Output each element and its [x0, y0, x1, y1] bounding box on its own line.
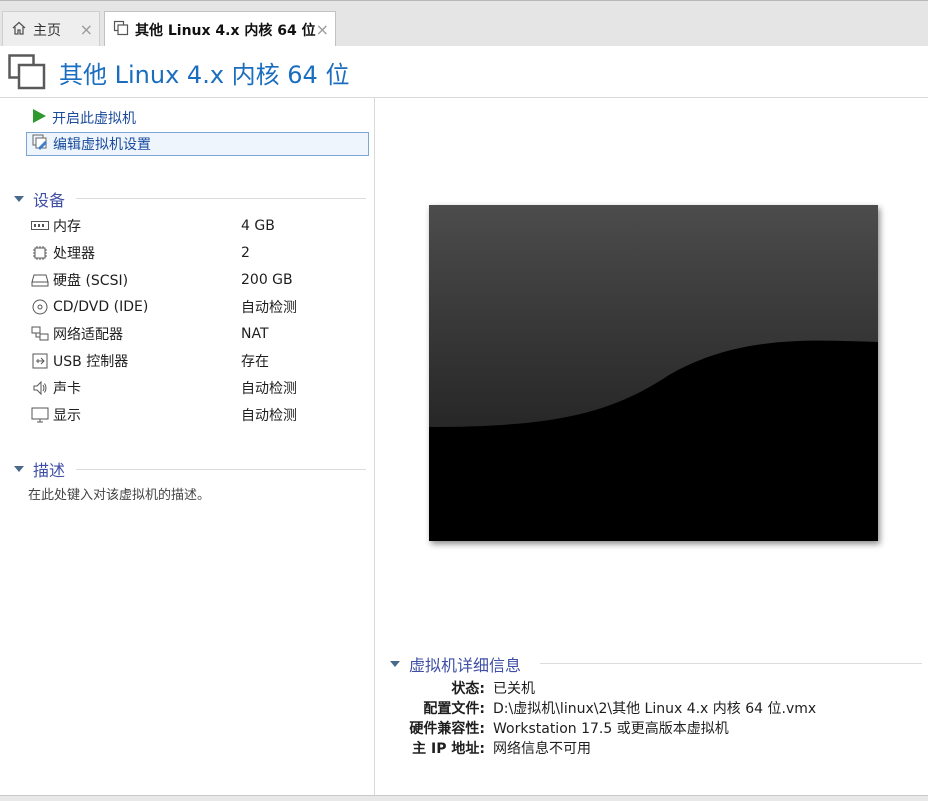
detail-row-status: 状态: 已关机 — [376, 678, 916, 698]
start-vm-label: 开启此虚拟机 — [52, 111, 136, 127]
detail-key: 配置文件: — [423, 701, 485, 717]
device-row-harddisk[interactable]: 硬盘 (SCSI) 200 GB — [30, 266, 350, 293]
detail-value: Workstation 17.5 或更高版本虚拟机 — [493, 721, 729, 737]
section-divider — [540, 663, 922, 664]
tab-vm-label: 其他 Linux 4.x 内核 64 位 — [135, 22, 316, 39]
device-value: 自动检测 — [241, 380, 297, 397]
detail-value: 网络信息不可用 — [493, 741, 591, 757]
collapse-arrow-icon — [14, 196, 24, 202]
vm-icon — [113, 20, 129, 40]
left-panel: 开启此虚拟机 编辑虚拟机设置 设备 内存 4 GB 处理器 2 硬盘 (SCSI… — [0, 98, 375, 795]
device-row-network[interactable]: 网络适配器 NAT — [30, 320, 350, 347]
play-icon — [31, 108, 47, 128]
device-name: 声卡 — [53, 380, 81, 397]
description-field[interactable]: 在此处键入对该虚拟机的描述。 — [28, 484, 210, 503]
device-value: 4 GB — [241, 217, 275, 234]
description-section-header[interactable]: 描述 — [14, 458, 65, 480]
section-divider — [76, 469, 366, 470]
device-row-sound[interactable]: 声卡 自动检测 — [30, 374, 350, 401]
device-value: 自动检测 — [241, 407, 297, 424]
detail-key: 主 IP 地址: — [412, 741, 485, 757]
harddisk-icon — [30, 271, 50, 289]
devices-section-header[interactable]: 设备 — [14, 188, 65, 210]
tab-home[interactable]: 主页 × — [2, 11, 100, 47]
device-row-usb[interactable]: USB 控制器 存在 — [30, 347, 350, 374]
detail-row-config-file: 配置文件: D:\虚拟机\linux\2\其他 Linux 4.x 内核 64 … — [376, 698, 916, 718]
speaker-icon — [30, 379, 50, 397]
tab-vm[interactable]: 其他 Linux 4.x 内核 64 位 × — [104, 11, 336, 47]
page-header: 其他 Linux 4.x 内核 64 位 — [0, 46, 928, 98]
device-name: CD/DVD (IDE) — [53, 298, 149, 315]
detail-key: 硬件兼容性: — [409, 721, 485, 737]
collapse-arrow-icon — [14, 466, 24, 472]
tab-bar: 主页 × 其他 Linux 4.x 内核 64 位 × — [0, 0, 928, 47]
device-row-cd-dvd[interactable]: CD/DVD (IDE) 自动检测 — [30, 293, 350, 320]
right-panel: 虚拟机详细信息 状态: 已关机 配置文件: D:\虚拟机\linux\2\其他 … — [376, 98, 928, 795]
detail-row-ip: 主 IP 地址: 网络信息不可用 — [376, 738, 916, 758]
vm-preview-thumbnail[interactable] — [429, 205, 878, 541]
edit-vm-settings-button[interactable]: 编辑虚拟机设置 — [26, 132, 369, 156]
device-name: 网络适配器 — [53, 326, 123, 343]
device-row-cpu[interactable]: 处理器 2 — [30, 239, 350, 266]
device-value: 200 GB — [241, 271, 293, 288]
device-name: 内存 — [53, 218, 81, 235]
device-name: 显示 — [53, 407, 81, 424]
page-title: 其他 Linux 4.x 内核 64 位 — [59, 61, 350, 89]
details-title: 虚拟机详细信息 — [409, 656, 522, 675]
device-row-memory[interactable]: 内存 4 GB — [30, 212, 350, 239]
tab-home-label: 主页 — [33, 22, 61, 39]
detail-key: 状态: — [451, 681, 485, 697]
device-name: 硬盘 (SCSI) — [53, 272, 129, 289]
collapse-arrow-icon — [390, 661, 400, 667]
device-value: 自动检测 — [241, 299, 297, 316]
device-value: 存在 — [241, 353, 269, 370]
section-divider — [76, 198, 366, 199]
device-name: 处理器 — [53, 245, 95, 262]
device-row-display[interactable]: 显示 自动检测 — [30, 401, 350, 428]
network-icon — [30, 325, 50, 343]
home-icon — [11, 20, 27, 40]
close-icon[interactable]: × — [80, 20, 93, 39]
device-value: 2 — [241, 244, 250, 261]
edit-settings-icon — [32, 134, 48, 154]
details-section-header[interactable]: 虚拟机详细信息 — [390, 653, 521, 675]
vm-icon — [8, 54, 46, 94]
cd-icon — [30, 298, 50, 316]
bottom-scrollbar[interactable] — [0, 795, 928, 801]
devices-title: 设备 — [33, 191, 66, 210]
description-title: 描述 — [33, 461, 66, 480]
close-icon[interactable]: × — [316, 20, 329, 39]
start-vm-button[interactable]: 开启此虚拟机 — [26, 106, 326, 130]
device-value: NAT — [241, 325, 269, 342]
device-name: USB 控制器 — [53, 353, 129, 370]
usb-icon — [30, 352, 50, 370]
cpu-icon — [30, 244, 50, 262]
detail-value: D:\虚拟机\linux\2\其他 Linux 4.x 内核 64 位.vmx — [493, 701, 817, 717]
detail-row-compatibility: 硬件兼容性: Workstation 17.5 或更高版本虚拟机 — [376, 718, 916, 738]
monitor-icon — [30, 406, 50, 424]
memory-icon — [30, 217, 50, 235]
edit-vm-settings-label: 编辑虚拟机设置 — [53, 137, 151, 153]
detail-value: 已关机 — [493, 681, 535, 697]
